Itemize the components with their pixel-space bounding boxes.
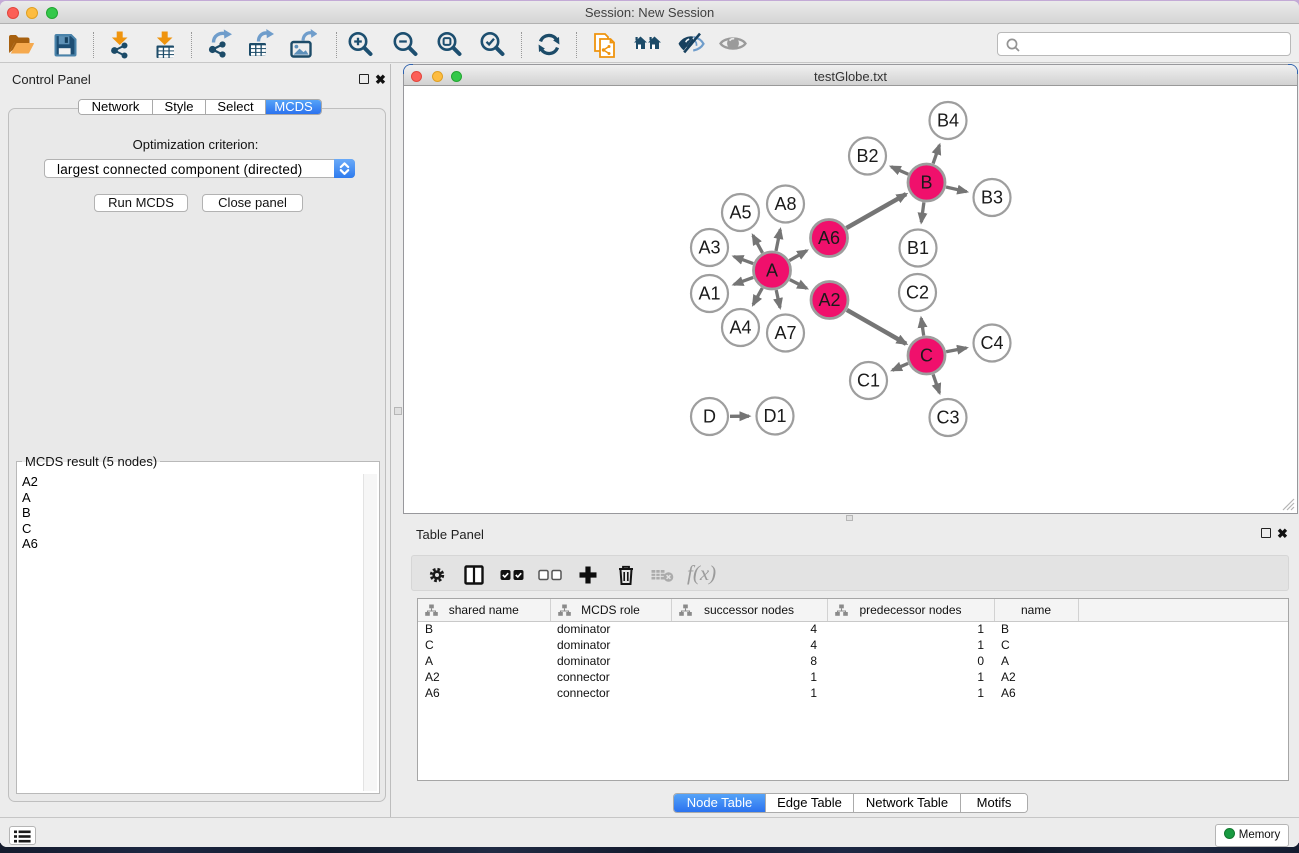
svg-text:B: B [920,173,932,193]
svg-text:B1: B1 [907,238,929,258]
svg-text:D1: D1 [763,406,786,426]
svg-text:C4: C4 [980,333,1003,353]
svg-text:C: C [920,346,933,366]
svg-text:A4: A4 [729,318,751,338]
svg-text:A1: A1 [698,284,720,304]
svg-text:A3: A3 [698,238,720,258]
svg-text:B3: B3 [981,188,1003,208]
svg-text:C2: C2 [906,283,929,303]
svg-text:A: A [766,261,778,281]
svg-text:C3: C3 [936,408,959,428]
svg-text:B2: B2 [856,146,878,166]
svg-text:D: D [703,407,716,427]
svg-text:A6: A6 [818,228,840,248]
svg-text:A8: A8 [774,194,796,214]
svg-text:C1: C1 [857,371,880,391]
svg-text:B4: B4 [937,111,959,131]
svg-text:A7: A7 [774,323,796,343]
svg-text:A2: A2 [818,290,840,310]
svg-text:A5: A5 [729,203,751,223]
